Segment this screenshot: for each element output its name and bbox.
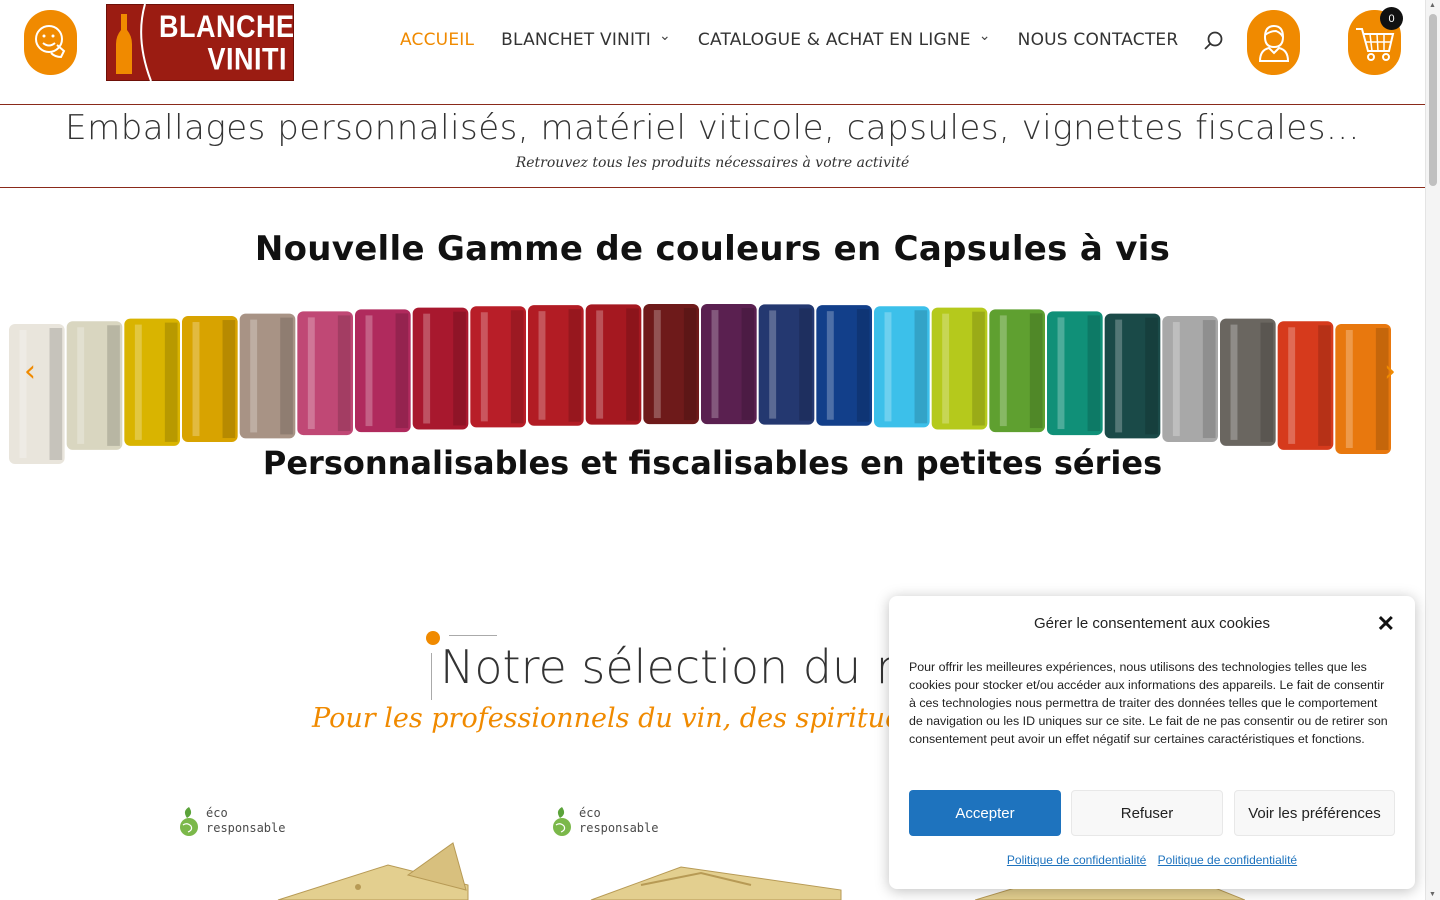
- tagline-main: Emballages personnalisés, matériel vitic…: [65, 108, 1360, 148]
- slider-next-arrow[interactable]: ›: [1384, 354, 1396, 389]
- phone-icon: [34, 24, 65, 58]
- capsule-18: [989, 309, 1045, 433]
- nav-item-nous-contacter[interactable]: NOUS CONTACTER: [1018, 30, 1179, 50]
- product-card[interactable]: éco responsable: [551, 805, 871, 900]
- capsule-14: [758, 304, 815, 425]
- cookie-links: Politique de confidentialité Politique d…: [889, 853, 1415, 867]
- tagline-band: Emballages personnalisés, matériel vitic…: [0, 105, 1425, 188]
- capsule-10: [528, 305, 584, 426]
- refuse-button[interactable]: Refuser: [1071, 790, 1223, 836]
- logo-line1: BLANCHET: [159, 9, 312, 44]
- capsule-13: [701, 304, 757, 425]
- capsule-11: [585, 304, 642, 425]
- cookie-text: Pour offrir les meilleures expériences, …: [909, 660, 1388, 746]
- privacy-policy-link[interactable]: Politique de confidentialité: [1158, 853, 1297, 867]
- capsule-16: [874, 306, 930, 428]
- section-divider: [449, 635, 497, 636]
- logo-line2: VINITI: [207, 41, 287, 76]
- scroll-down-arrow[interactable]: ▼: [1429, 891, 1436, 898]
- capsule-4: [182, 316, 238, 443]
- eco-globe-icon: [180, 807, 198, 836]
- capsule-3: [124, 318, 180, 446]
- scroll-thumb[interactable]: [1429, 14, 1437, 186]
- close-icon[interactable]: ✕: [1377, 613, 1395, 635]
- page: BLANCHET VINITI ACCUEIL BLANCHET VINITI ⌄ C…: [0, 0, 1440, 900]
- tagline-sub: Retrouvez tous les produits nécessaires …: [515, 155, 910, 171]
- nav-item-catalogue-achat-en-ligne[interactable]: CATALOGUE & ACHAT EN LIGNE ⌄: [697, 28, 991, 50]
- selection-title: Notre sélection du mo: [440, 640, 949, 694]
- logo-text: BLANCHET VINITI: [159, 9, 312, 76]
- site-logo[interactable]: BLANCHET VINITI: [106, 3, 312, 82]
- capsule-24: [1335, 324, 1391, 454]
- section-dot: [426, 631, 440, 645]
- capsule-20: [1104, 313, 1161, 439]
- capsule-12: [643, 304, 699, 425]
- nav-item-label: NOUS CONTACTER: [1017, 30, 1179, 50]
- capsule-7: [355, 309, 411, 433]
- eco-badge: éco responsable: [551, 805, 658, 837]
- search-icon[interactable]: [1203, 30, 1225, 52]
- nav-item-label: CATALOGUE & ACHAT EN LIGNE: [697, 30, 971, 50]
- account-button[interactable]: [1247, 10, 1300, 75]
- capsule-19: [1047, 311, 1103, 436]
- page-scrollbar[interactable]: ▲ ▼: [1425, 0, 1440, 900]
- eco-globe-icon: [553, 807, 571, 836]
- cart-count-badge: 0: [1380, 7, 1403, 30]
- chevron-down-icon: ⌄: [658, 28, 671, 44]
- capsule-17: [931, 307, 988, 430]
- hero-title: Nouvelle Gamme de couleurs en Capsules à…: [254, 229, 1171, 269]
- slider-prev-arrow[interactable]: ‹: [24, 354, 36, 389]
- nav-item-blanchet-viniti[interactable]: BLANCHET VINITI ⌄: [501, 28, 671, 50]
- capsule-23: [1277, 321, 1334, 450]
- capsule-9: [470, 306, 526, 428]
- capsule-22: [1220, 318, 1276, 446]
- capsule-1: [9, 324, 65, 464]
- user-icon: [1258, 24, 1289, 62]
- capsule-8: [412, 307, 469, 430]
- nav-item-accueil[interactable]: ACCUEIL: [400, 30, 474, 50]
- eco-badge: éco responsable: [178, 805, 285, 837]
- nav-item-label: BLANCHET VINITI: [501, 30, 651, 50]
- wooden-box-image: [277, 842, 469, 900]
- product-card[interactable]: éco responsable: [178, 805, 498, 900]
- cookie-title: Gérer le consentement aux cookies: [1034, 615, 1270, 632]
- eco-label: éco responsable: [206, 806, 286, 835]
- wooden-box-image: [590, 866, 842, 900]
- capsule-5: [239, 313, 296, 439]
- accept-button[interactable]: Accepter: [909, 790, 1061, 836]
- capsule-15: [816, 305, 872, 426]
- preferences-button[interactable]: Voir les préférences: [1234, 790, 1395, 836]
- cookie-consent-dialog: Gérer le consentement aux cookies ✕ Pour…: [889, 596, 1415, 889]
- privacy-policy-link[interactable]: Politique de confidentialité: [1007, 853, 1146, 867]
- main-nav: ACCUEIL BLANCHET VINITI ⌄ CATALOGUE & ACHAT…: [400, 28, 1179, 50]
- capsule-6: [297, 311, 353, 436]
- bottle-logo-icon: [107, 3, 159, 82]
- chevron-down-icon: ⌄: [978, 28, 991, 44]
- scroll-up-arrow[interactable]: ▲: [1429, 2, 1436, 9]
- section-vline: [431, 653, 432, 700]
- nav-item-label: ACCUEIL: [400, 30, 475, 50]
- phone-button[interactable]: [24, 10, 77, 75]
- capsule-21: [1162, 316, 1218, 443]
- eco-label: éco responsable: [579, 806, 659, 835]
- hero-subtitle: Personnalisables et fiscalisables en pet…: [262, 444, 1163, 482]
- capsule-2: [66, 321, 123, 450]
- hero-slider: Nouvelle Gamme de couleurs en Capsules à…: [0, 189, 1425, 529]
- site-header: BLANCHET VINITI ACCUEIL BLANCHET VINITI ⌄ C…: [0, 0, 1425, 105]
